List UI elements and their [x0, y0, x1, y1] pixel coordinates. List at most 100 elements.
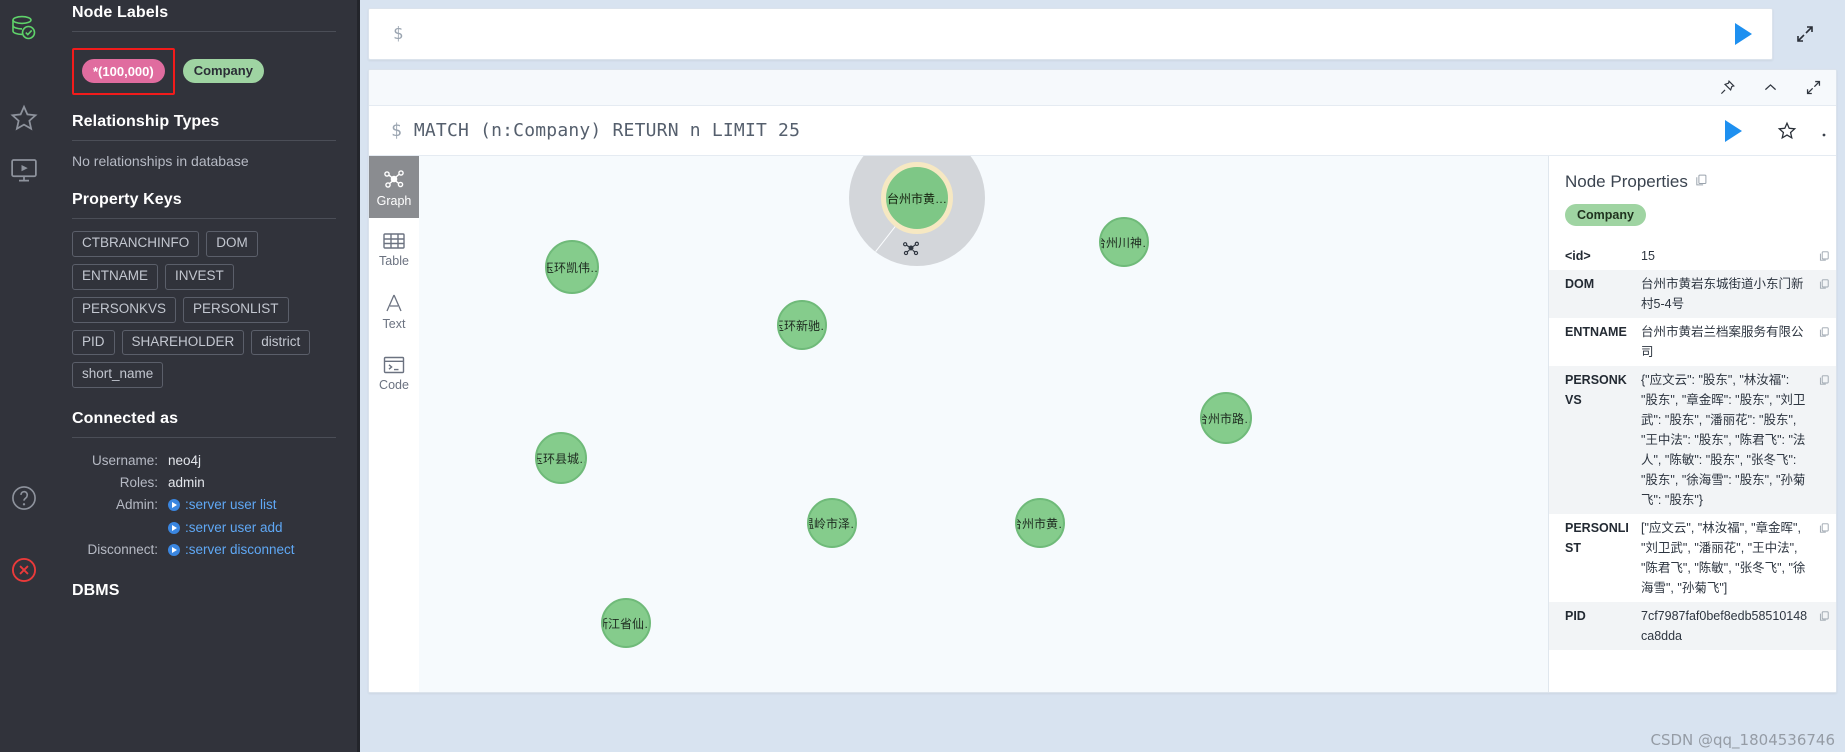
- property-key-item[interactable]: CTBRANCHINFO: [72, 231, 200, 257]
- server-user-add-link[interactable]: :server user add: [168, 517, 283, 538]
- property-row: PERSONLIST ["应文云", "林汝福", "章金晖", "刘卫武", …: [1549, 514, 1836, 602]
- graph-node[interactable]: 台州市黄…: [1015, 498, 1065, 548]
- property-row: <id> 15: [1549, 242, 1836, 270]
- property-key: DOM: [1565, 277, 1595, 291]
- username-label: Username:: [91, 453, 158, 469]
- database-check-icon[interactable]: [0, 0, 48, 58]
- pin-icon[interactable]: [1719, 79, 1736, 96]
- property-key-item[interactable]: ENTNAME: [72, 263, 159, 290]
- graph-node-label: 浙江省仙…: [603, 616, 649, 631]
- frame-body: Graph Table Text Code 台州市黄… 环凯伟… 环新驰 环县城…: [369, 156, 1836, 692]
- graph-node[interactable]: 温岭市泽…: [807, 498, 857, 548]
- property-key: PID: [1565, 609, 1586, 623]
- property-key-item[interactable]: PERSONKVS: [72, 296, 177, 323]
- copy-icon[interactable]: [1818, 520, 1830, 540]
- copy-icon[interactable]: [1818, 608, 1830, 628]
- frame-more-button[interactable]: [1812, 122, 1836, 140]
- run-icon: [1734, 23, 1752, 45]
- disconnect-label: Disconnect:: [87, 542, 158, 558]
- node-label-chip-company[interactable]: Company: [182, 58, 264, 83]
- node-label-chip-all[interactable]: *(100,000): [82, 59, 165, 83]
- guides-play-icon[interactable]: [0, 140, 48, 200]
- property-row: ENTNAME 台州市黄岩兰档案服务有限公司: [1549, 318, 1836, 366]
- property-key: PERSONKVS: [1565, 373, 1627, 407]
- node-context-ring-menu[interactable]: 台州市黄…: [849, 156, 985, 266]
- divider-property-keys: [72, 218, 336, 219]
- run-icon: [1724, 119, 1742, 142]
- graph-node[interactable]: 浙江省仙…: [601, 598, 651, 648]
- property-keys-heading: Property Keys: [72, 191, 182, 208]
- copy-icon[interactable]: [1818, 324, 1830, 344]
- connected-row-disconnect: Disconnect: :server disconnect: [72, 539, 336, 560]
- chevron-up-icon[interactable]: [1762, 79, 1779, 96]
- graph-node-label: 台州市黄…: [886, 191, 947, 206]
- node-label-chip[interactable]: Company: [1565, 204, 1646, 226]
- graph-node-selected[interactable]: 台州市黄…: [881, 162, 953, 234]
- copy-icon[interactable]: [1818, 276, 1830, 296]
- copy-icon[interactable]: [1818, 372, 1830, 392]
- copy-icon[interactable]: [1818, 248, 1830, 268]
- cypher-editor[interactable]: $: [368, 8, 1773, 60]
- more-icon: [1822, 133, 1826, 136]
- graph-icon: [384, 169, 404, 188]
- relationship-types-heading: Relationship Types: [72, 113, 220, 130]
- close-circle-icon[interactable]: [0, 540, 48, 600]
- frame-query-text[interactable]: MATCH (n:Company) RETURN n LIMIT 25: [402, 120, 1704, 141]
- graph-node[interactable]: 台州市路…: [1200, 392, 1252, 444]
- property-key-item[interactable]: PERSONLIST: [183, 296, 289, 323]
- editor-fullscreen-button[interactable]: [1773, 8, 1837, 60]
- graph-node[interactable]: 台州川神…: [1099, 217, 1149, 267]
- frame-run-button[interactable]: [1704, 119, 1762, 142]
- property-key-item[interactable]: SHAREHOLDER: [121, 329, 245, 356]
- expand-graph-icon[interactable]: [901, 238, 921, 258]
- dismiss-icon[interactable]: [863, 156, 881, 158]
- graph-node[interactable]: 玉环凯伟…: [545, 240, 599, 294]
- property-value: 7cf7987faf0bef8edb58510148ca8dda: [1641, 609, 1808, 643]
- play-icon: [168, 521, 180, 534]
- server-disconnect-link[interactable]: :server disconnect: [168, 539, 295, 560]
- expand-icon[interactable]: [1805, 79, 1822, 96]
- property-value: 台州市黄岩东城街道小东门新村5-4号: [1641, 277, 1804, 311]
- property-key-list: CTBRANCHINFO DOM ENTNAME INVEST PERSONKV…: [72, 231, 336, 389]
- tab-graph[interactable]: Graph: [369, 156, 419, 218]
- connected-row-username: Username: neo4j: [72, 450, 336, 471]
- graph-canvas[interactable]: 台州市黄… 玉环凯伟… 玉环新驰… 玉环县城… 温岭市泽…: [419, 156, 1836, 692]
- view-tabs: Graph Table Text Code: [369, 156, 419, 692]
- frame-favorite-button[interactable]: [1762, 120, 1812, 142]
- star-icon: [1777, 121, 1797, 139]
- tab-graph-label: Graph: [376, 193, 412, 208]
- frame-prompt: $: [391, 120, 402, 141]
- divider-relationship-types: [72, 140, 336, 141]
- property-key-item[interactable]: district: [251, 329, 311, 356]
- property-key-item[interactable]: short_name: [72, 362, 164, 389]
- graph-node[interactable]: 玉环县城…: [535, 432, 587, 484]
- editor-run-button[interactable]: [1714, 23, 1772, 45]
- top-editor-row: $: [368, 8, 1837, 60]
- admin-label: Admin:: [115, 497, 158, 513]
- server-user-list-link[interactable]: :server user list: [168, 494, 283, 515]
- tab-text[interactable]: Text: [369, 280, 419, 342]
- node-properties-title-row: Node Properties: [1549, 172, 1836, 204]
- text-icon: [386, 294, 402, 311]
- graph-node-label: 玉环新驰…: [779, 318, 825, 333]
- copy-all-icon[interactable]: [1694, 172, 1708, 192]
- property-key-item[interactable]: DOM: [206, 231, 258, 257]
- help-circle-icon[interactable]: [0, 468, 48, 528]
- main-area: $ $ MATCH (n:Company) RETURN n LIMIT 25 …: [360, 0, 1845, 752]
- result-frame: $ MATCH (n:Company) RETURN n LIMIT 25 Gr…: [368, 69, 1837, 693]
- tab-code[interactable]: Code: [369, 342, 419, 404]
- node-properties-title: Node Properties: [1565, 172, 1688, 191]
- property-row: PID 7cf7987faf0bef8edb58510148ca8dda: [1549, 602, 1836, 650]
- frame-query-row[interactable]: $ MATCH (n:Company) RETURN n LIMIT 25: [369, 106, 1836, 156]
- favorites-star-icon[interactable]: [0, 88, 48, 148]
- graph-node-label: 台州川神…: [1101, 235, 1147, 250]
- tab-table-label: Table: [379, 253, 409, 268]
- graph-node[interactable]: 玉环新驰…: [777, 300, 827, 350]
- property-key-item[interactable]: PID: [72, 329, 115, 356]
- play-icon: [168, 498, 180, 511]
- roles-value: admin: [168, 475, 205, 491]
- node-label-highlight-annotation: *(100,000): [72, 48, 175, 95]
- property-key-item[interactable]: INVEST: [165, 263, 234, 290]
- tab-table[interactable]: Table: [369, 218, 419, 280]
- play-icon: [168, 543, 180, 556]
